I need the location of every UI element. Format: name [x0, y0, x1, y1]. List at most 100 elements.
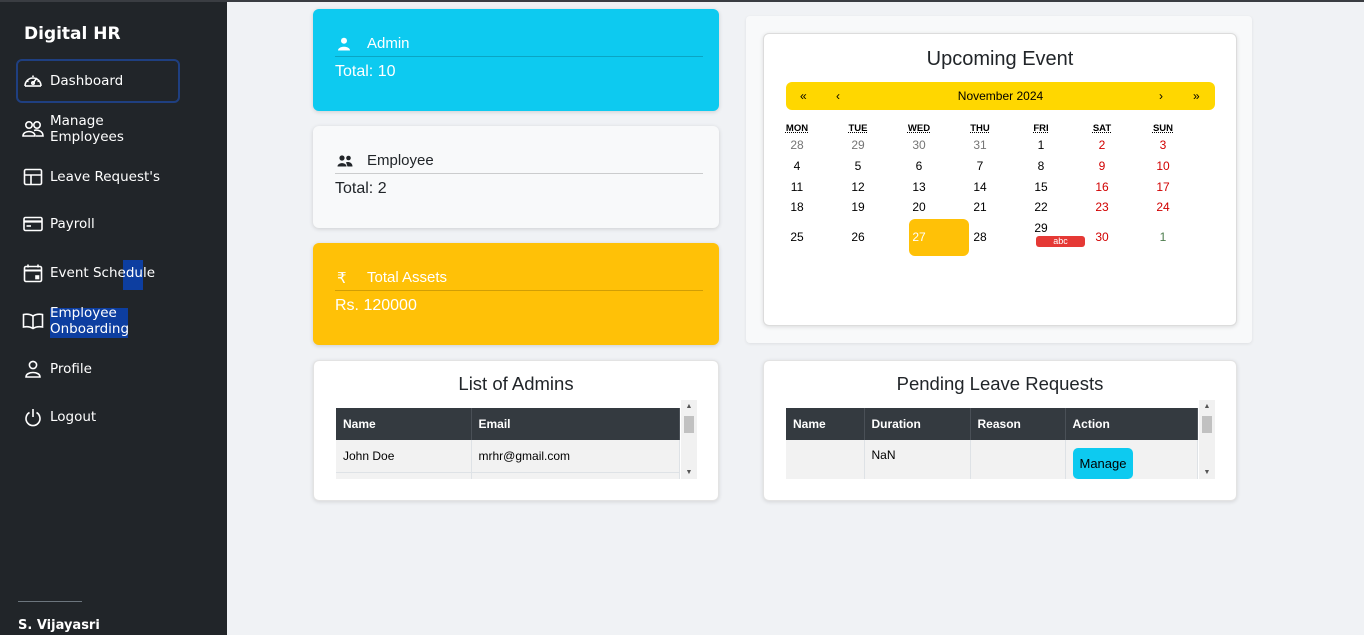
calendar-day[interactable]: 29 [1021, 221, 1061, 235]
calendar-day[interactable]: 30 [1082, 230, 1122, 244]
calendar-day[interactable]: 20 [899, 200, 939, 214]
calendar-day[interactable]: 5 [838, 159, 878, 173]
calendar-day[interactable]: 27 [899, 230, 939, 244]
weekday-header: SAT [1092, 123, 1112, 134]
employee-card-value: Total: 2 [335, 180, 387, 197]
scroll-up-icon[interactable]: ▲ [681, 403, 697, 410]
sidebar-item-label: Event Schedule [50, 265, 156, 281]
admins-col-name[interactable]: Name [336, 408, 472, 440]
employee-stat-card: Employee Total: 2 [313, 126, 719, 228]
table-row: NaN Manage [786, 440, 1198, 479]
scroll-down-icon[interactable]: ▼ [1199, 469, 1215, 476]
calendar-day[interactable]: 4 [777, 159, 817, 173]
event-badge[interactable]: abc [1036, 236, 1085, 247]
leaves-col-action[interactable]: Action [1065, 408, 1198, 440]
calendar-day[interactable]: 28 [960, 230, 1000, 244]
sidebar-item-label: Employee Onboarding [50, 305, 130, 337]
weekday-header: THU [970, 123, 990, 134]
sidebar-item-logout[interactable]: Logout [16, 395, 180, 439]
rupee-icon: ₹ [337, 269, 347, 287]
sidebar: Digital HR Dashboard Manage Employees Le… [0, 2, 227, 635]
next-month-button[interactable]: › [1159, 89, 1163, 103]
calendar-day[interactable]: 12 [838, 180, 878, 194]
leaves-col-reason[interactable]: Reason [970, 408, 1066, 440]
person-icon [337, 37, 359, 51]
scroll-down-icon[interactable]: ▼ [681, 469, 697, 476]
calendar-day[interactable]: 21 [960, 200, 1000, 214]
sidebar-item-employee-onboarding[interactable]: Employee Onboarding [16, 299, 180, 343]
next-year-button[interactable]: » [1193, 89, 1200, 103]
weekday-header: FRI [1033, 123, 1049, 134]
scroll-up-icon[interactable]: ▲ [1199, 403, 1215, 410]
sidebar-item-leave-requests[interactable]: Leave Request's [16, 155, 180, 199]
table-row: John Doe mrhr@gmail.com [336, 440, 680, 473]
calendar-day[interactable]: 8 [1021, 159, 1061, 173]
calendar-day[interactable]: 17 [1143, 180, 1183, 194]
admin-stat-card: Admin Total: 10 [313, 9, 719, 111]
sidebar-item-payroll[interactable]: Payroll [16, 202, 180, 246]
calendar-day[interactable]: 7 [960, 159, 1000, 173]
admins-scrollbar[interactable]: ▲ ▼ [681, 400, 697, 479]
calendar-day[interactable]: 19 [838, 200, 878, 214]
calendar-day[interactable]: 2 [1082, 138, 1122, 152]
calendar-month-label[interactable]: November 2024 [786, 89, 1215, 103]
book-icon [22, 310, 44, 332]
sidebar-item-dashboard[interactable]: Dashboard [16, 59, 180, 103]
employee-card-label: Employee [367, 152, 434, 169]
calendar-day[interactable]: 10 [1143, 159, 1183, 173]
calendar-day[interactable]: 24 [1143, 200, 1183, 214]
sidebar-item-label: Payroll [50, 216, 95, 232]
scroll-thumb[interactable] [1202, 416, 1212, 433]
calendar-day[interactable]: 14 [960, 180, 1000, 194]
sidebar-item-label: Manage Employees [50, 113, 124, 145]
leave-requests-table: Name Duration Reason Action NaN Manage [786, 408, 1198, 479]
calendar-day[interactable]: 22 [1021, 200, 1061, 214]
admins-col-email[interactable]: Email [471, 408, 680, 440]
employee-card-header: Employee [335, 148, 703, 174]
calendar-day[interactable]: 9 [1082, 159, 1122, 173]
sidebar-item-event-schedule[interactable]: Event Schedule [16, 251, 180, 295]
weekday-header: MON [785, 123, 809, 134]
calendar-day[interactable]: 30 [899, 138, 939, 152]
calendar-day[interactable]: 18 [777, 200, 817, 214]
calendar-day[interactable]: 26 [838, 230, 878, 244]
speedometer-icon [22, 70, 44, 92]
calendar-day[interactable]: 16 [1082, 180, 1122, 194]
calendar-day[interactable]: 25 [777, 230, 817, 244]
calendar-day[interactable]: 15 [1021, 180, 1061, 194]
calendar-day[interactable]: 1 [1143, 230, 1183, 244]
sidebar-item-manage-employees[interactable]: Manage Employees [16, 107, 180, 151]
scroll-thumb[interactable] [684, 416, 694, 433]
assets-card-header: ₹ Total Assets [335, 265, 703, 291]
calendar-day[interactable]: 11 [777, 180, 817, 194]
calendar-day[interactable]: 29 [838, 138, 878, 152]
sidebar-item-label: Leave Request's [50, 169, 161, 185]
calendar-day[interactable]: 13 [899, 180, 939, 194]
sidebar-item-label: Logout [50, 409, 97, 425]
power-icon [22, 406, 44, 428]
calendar-day[interactable]: 3 [1143, 138, 1183, 152]
people-icon [337, 154, 359, 167]
calendar-day[interactable]: 28 [777, 138, 817, 152]
prev-month-button[interactable]: ‹ [836, 89, 840, 103]
admin-name-cell: John Doe [336, 440, 472, 473]
calendar-day[interactable]: 6 [899, 159, 939, 173]
sidebar-item-label: Dashboard [50, 73, 124, 89]
assets-stat-card: ₹ Total Assets Rs. 120000 [313, 243, 719, 345]
prev-year-button[interactable]: « [800, 89, 807, 103]
calendar-day[interactable]: 31 [960, 138, 1000, 152]
sidebar-item-profile[interactable]: Profile [16, 347, 180, 391]
leave-action-cell: Manage [1065, 440, 1198, 479]
manage-button[interactable]: Manage [1072, 448, 1134, 479]
leave-reason-cell [970, 440, 1066, 479]
calendar-icon [22, 262, 44, 284]
calendar-day[interactable]: 23 [1082, 200, 1122, 214]
leave-duration-cell: NaN [864, 440, 971, 479]
people-icon [22, 118, 44, 140]
leaves-col-duration[interactable]: Duration [864, 408, 971, 440]
weekday-header: WED [907, 123, 931, 134]
calendar-day[interactable]: 1 [1021, 138, 1061, 152]
leave-requests-scrollbar[interactable]: ▲ ▼ [1199, 400, 1215, 479]
leaves-col-name[interactable]: Name [786, 408, 865, 440]
layout-icon [22, 166, 44, 188]
